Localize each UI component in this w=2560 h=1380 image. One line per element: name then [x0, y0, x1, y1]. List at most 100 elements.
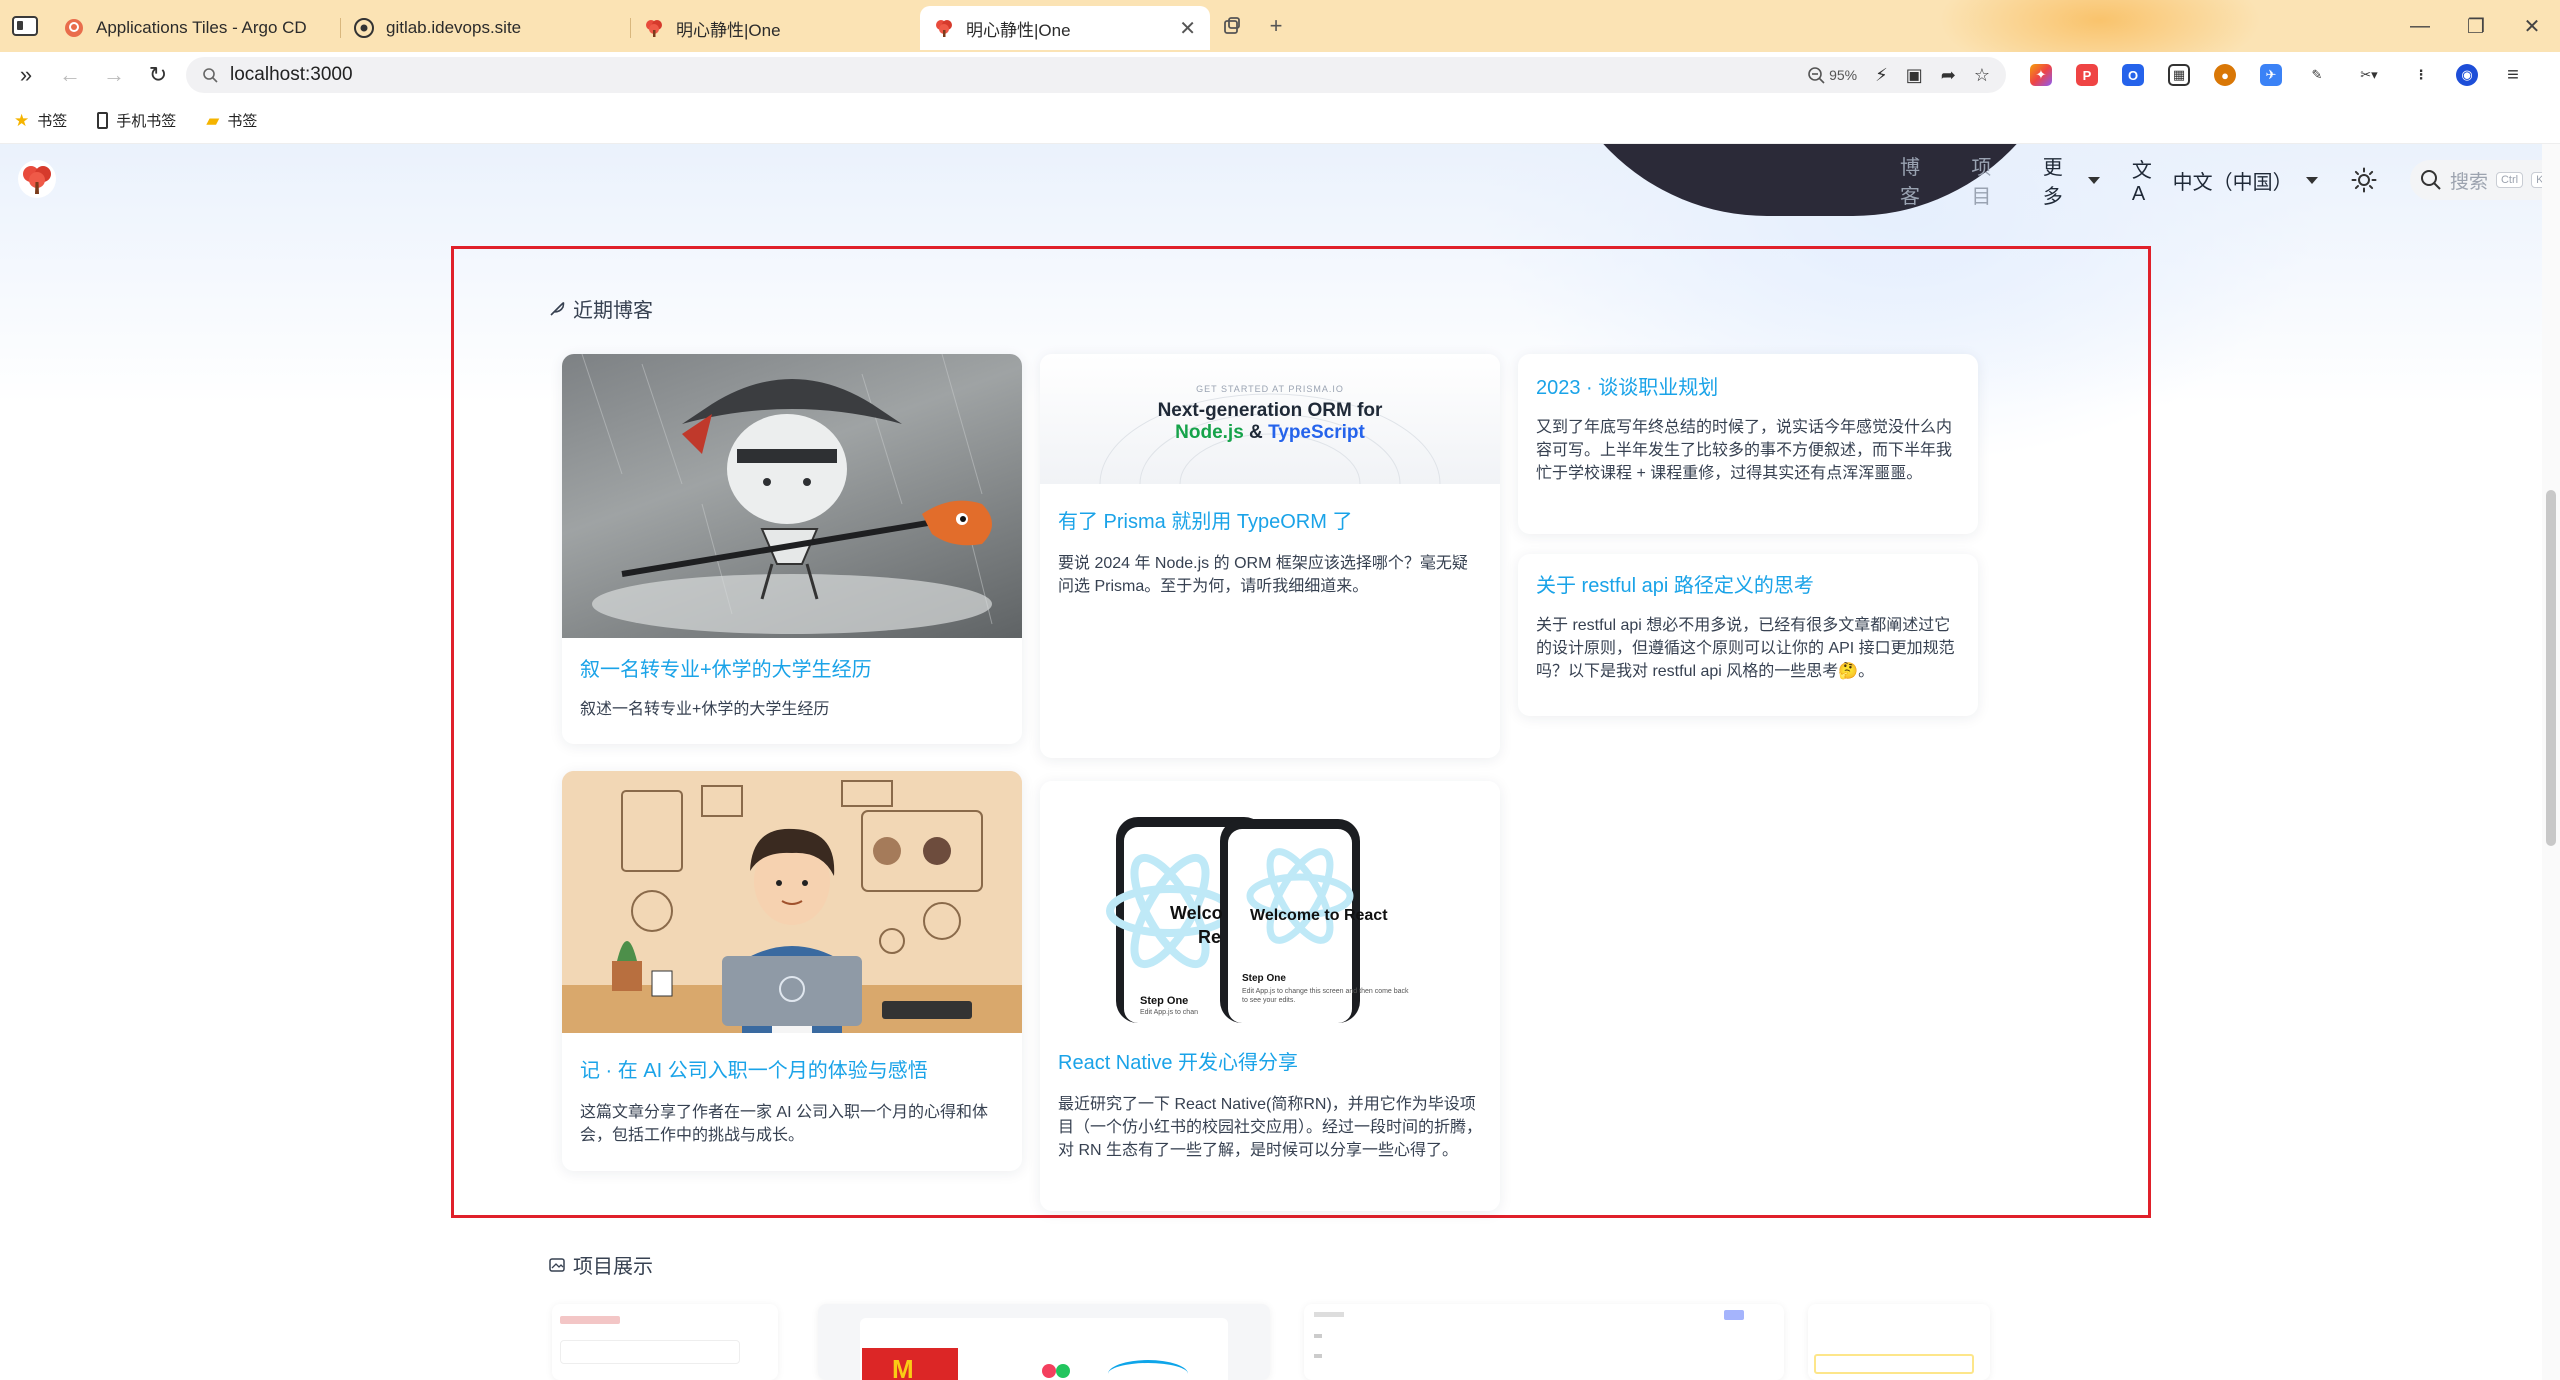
blog-card-title[interactable]: 关于 restful api 路径定义的思考 [1536, 572, 1960, 600]
restore-button[interactable]: ❐ [2448, 0, 2504, 52]
blog-card-title[interactable]: React Native 开发心得分享 [1058, 1049, 1482, 1077]
extension-pdf-icon[interactable]: P [2076, 64, 2098, 86]
minimize-button[interactable]: — [2392, 0, 2448, 52]
lightning-icon[interactable]: ⚡ [1875, 65, 1888, 86]
reader-icon[interactable]: ▣ [1906, 65, 1923, 86]
extension-colorful-icon[interactable]: ✦ [2030, 64, 2052, 86]
tab-gitlab[interactable]: gitlab.idevops.site [340, 6, 630, 50]
blog-card-desc: 又到了年底写年终总结的时候了，说实话今年感觉没什么内容可写。上半年发生了比较多的… [1536, 419, 1953, 482]
tree-logo-icon [934, 18, 954, 38]
browser-tab-bar: Applications Tiles - Argo CD gitlab.idev… [0, 0, 2560, 80]
blog-card[interactable]: GET STARTED AT PRISMA.IO Next-generation… [1040, 354, 1500, 758]
caret-down-icon [2087, 176, 2100, 184]
url-text: localhost:3000 [230, 64, 353, 85]
samurai-illustration [581, 354, 993, 634]
blog-card-title[interactable]: 2023 · 谈谈职业规划 [1536, 374, 1960, 402]
url-tools: 95% ⚡ ▣ ➦ ☆ [1807, 65, 1990, 86]
bookmark-item[interactable]: 手机书签 [97, 110, 176, 131]
prisma-subline: Node.js & TypeScript [1040, 422, 1500, 444]
phone-back-welcome: Welco [1170, 903, 1223, 923]
blog-card[interactable]: 记 · 在 AI 公司入职一个月的体验与感悟 这篇文章分享了作者在一家 AI 公… [562, 771, 1022, 1171]
project-thumb[interactable]: M [818, 1304, 1270, 1380]
search-placeholder: 搜索 [2449, 171, 2488, 193]
github-icon [354, 18, 374, 38]
sun-icon [2351, 167, 2377, 193]
phone-back-step: Step One [1140, 995, 1189, 1007]
site-logo[interactable] [18, 160, 56, 198]
blog-card-title[interactable]: 叙一名转专业+休学的大学生经历 [580, 656, 1004, 684]
prisma-amp: & [1249, 422, 1263, 443]
zoom-indicator[interactable]: 95% [1807, 66, 1857, 84]
tab-title: Applications Tiles - Argo CD [96, 18, 307, 37]
blog-card-body: 记 · 在 AI 公司入职一个月的体验与感悟 这篇文章分享了作者在一家 AI 公… [562, 1057, 1022, 1147]
page-scrollbar[interactable] [2542, 144, 2560, 1380]
plus-icon: + [1269, 13, 1283, 38]
menu-dots-icon[interactable]: ⋮ [2410, 64, 2432, 86]
nav-more-label: 更多 [2042, 157, 2063, 208]
sidebar-toggle-button[interactable] [0, 0, 50, 52]
star-icon[interactable]: ☆ [1974, 65, 1990, 86]
tab-mingxin-active[interactable]: 明心静性|One ✕ [920, 6, 1210, 50]
address-field[interactable]: localhost:3000 95% ⚡ ▣ ➦ ☆ [186, 57, 2006, 93]
theme-toggle-button[interactable] [2350, 166, 2378, 194]
window-close-button[interactable]: ✕ [2504, 0, 2560, 52]
close-icon[interactable]: ✕ [1179, 16, 1196, 41]
blog-card-desc: 最近研究了一下 React Native(简称RN)，并用它作为毕设项目（一个仿… [1058, 1096, 1483, 1159]
extension-scissors-icon[interactable]: ✂▾ [2352, 64, 2386, 86]
scrollbar-thumb[interactable] [2546, 490, 2556, 846]
nav-blog-link[interactable]: 博客 [1900, 151, 1939, 209]
kbd-ctrl: Ctrl [2495, 172, 2524, 188]
browser-menu-icon[interactable]: ≡ [2502, 64, 2524, 86]
double-chevron-icon: » [19, 62, 33, 87]
ai-office-illustration [562, 771, 1022, 1033]
extension-outlook-icon[interactable]: O [2122, 64, 2144, 86]
extension-qr-icon[interactable]: ▦ [2168, 64, 2190, 86]
language-label: 中文（中国） [2172, 171, 2293, 194]
language-selector[interactable]: 文A 中文（中国） [2131, 154, 2319, 206]
folder-icon: ▰ [206, 110, 220, 130]
extension-bird-icon[interactable]: ✈ [2260, 64, 2282, 86]
translate-icon: 文A [2131, 160, 2152, 205]
star-icon: ★ [14, 110, 30, 130]
caret-down-icon [2306, 176, 2319, 184]
bookmark-item[interactable]: ▰ 书签 [206, 110, 257, 131]
sidebar-expand-button[interactable]: » [4, 52, 48, 98]
tab-collections-icon [1224, 17, 1240, 34]
blog-card-title[interactable]: 有了 Prisma 就别用 TypeORM 了 [1058, 508, 1482, 536]
forward-button[interactable]: → [92, 52, 136, 98]
bookmark-item[interactable]: ★ 书签 [14, 110, 67, 131]
share-icon[interactable]: ➦ [1941, 65, 1956, 86]
back-button[interactable]: ← [48, 52, 92, 98]
reload-button[interactable]: ↻ [136, 52, 180, 98]
blog-card[interactable]: 关于 restful api 路径定义的思考 关于 restful api 想必… [1518, 554, 1978, 716]
new-tab-button[interactable]: + [1254, 0, 1298, 52]
tab-argo[interactable]: Applications Tiles - Argo CD [50, 6, 340, 50]
project-thumb[interactable] [552, 1304, 778, 1380]
blog-card-image [562, 354, 1022, 638]
nav-more-dropdown[interactable]: 更多 [2043, 151, 2100, 209]
bookmarks-bar: ★ 书签 手机书签 ▰ 书签 [0, 98, 2560, 144]
phone-icon [97, 112, 109, 129]
tree-logo-icon [23, 166, 51, 194]
tab-title: 明心静性|One [966, 20, 1071, 40]
blog-card-desc: 叙述一名转专业+休学的大学生经历 [580, 701, 830, 718]
tab-collections-button[interactable] [1210, 0, 1254, 52]
project-thumb[interactable] [1304, 1304, 1784, 1380]
blog-card-title[interactable]: 记 · 在 AI 公司入职一个月的体验与感悟 [580, 1057, 1004, 1085]
site-navbar: 博客 项目 更多 文A 中文（中国） 搜索 Ctrl K [0, 144, 2560, 216]
mcdonalds-logo: M [892, 1354, 914, 1380]
extension-avatar-icon[interactable]: ● [2214, 64, 2236, 86]
blog-card[interactable]: Welco Re Step One Edit App.js to chan We… [1040, 781, 1500, 1211]
nav-project-link[interactable]: 项目 [1971, 151, 2010, 209]
extension-pen-icon[interactable]: ✎ [2306, 64, 2328, 86]
project-thumb[interactable] [1808, 1304, 1990, 1380]
phone-back-step-desc: Edit App.js to chan [1140, 1009, 1198, 1016]
blog-card[interactable]: 2023 · 谈谈职业规划 又到了年底写年终总结的时候了，说实话今年感觉没什么内… [1518, 354, 1978, 534]
prisma-headline: Next-generation ORM for [1157, 400, 1383, 421]
blog-card-image [562, 771, 1022, 1033]
site-search-button[interactable]: 搜索 Ctrl K [2409, 160, 2560, 200]
blog-card[interactable]: 叙一名转专业+休学的大学生经历 叙述一名转专业+休学的大学生经历 [562, 354, 1022, 744]
tab-mingxin-1[interactable]: 明心静性|One [630, 6, 920, 50]
search-icon [2420, 170, 2441, 190]
profile-avatar-icon[interactable]: ◉ [2456, 64, 2478, 86]
